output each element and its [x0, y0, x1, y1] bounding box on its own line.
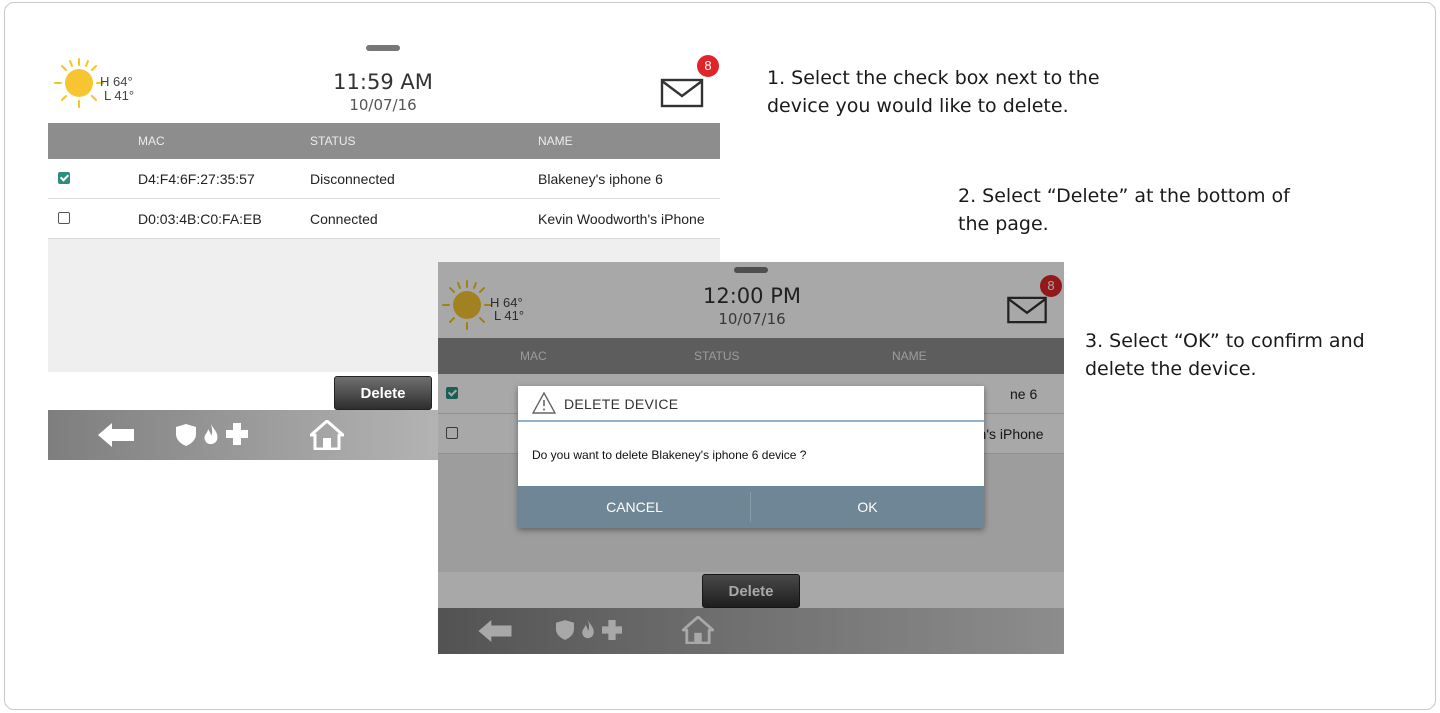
col-status: STATUS — [310, 134, 356, 148]
instruction-step-2: 2. Select “Delete” at the bottom of the … — [958, 182, 1290, 238]
home-icon[interactable] — [310, 420, 344, 450]
instruction-step-3-line-2: delete the device. — [1085, 358, 1257, 380]
dialog-message: Do you want to delete Blakeney's iphone … — [532, 448, 807, 462]
col-name: NAME — [538, 134, 573, 148]
table-row[interactable]: D0:03:4B:C0:FA:EB Connected Kevin Woodwo… — [48, 199, 720, 239]
clock-time: 11:59 AM — [333, 70, 433, 94]
row-status: Connected — [310, 211, 378, 227]
dialog-button-bar: CANCEL OK — [518, 486, 984, 528]
table-header: MAC STATUS NAME — [48, 123, 720, 159]
delete-button[interactable]: Delete — [334, 376, 432, 410]
medical-cross-icon[interactable] — [226, 423, 248, 445]
warning-icon — [532, 392, 556, 414]
cancel-button[interactable]: CANCEL — [518, 486, 751, 528]
dialog-header: DELETE DEVICE — [518, 386, 984, 422]
mail-badge: 8 — [697, 55, 719, 77]
instruction-step-3-line-1: 3. Select “OK” to confirm and — [1085, 330, 1365, 352]
ok-button[interactable]: OK — [751, 486, 984, 528]
row-name: Kevin Woodworth's iPhone — [538, 211, 705, 227]
mail-icon[interactable] — [660, 78, 704, 108]
row-mac: D0:03:4B:C0:FA:EB — [138, 211, 262, 227]
weather-low: L 41° — [104, 88, 135, 103]
dialog-title: DELETE DEVICE — [564, 396, 679, 412]
instruction-step-1: 1. Select the check box next to the devi… — [767, 64, 1100, 120]
drag-handle[interactable] — [366, 45, 400, 51]
clock: 11:59 AM 10/07/16 — [316, 70, 450, 114]
instruction-step-1-line-2: device you would like to delete. — [767, 95, 1069, 117]
shield-icon[interactable] — [176, 424, 196, 446]
sun-icon — [54, 58, 104, 108]
clock-date: 10/07/16 — [349, 96, 417, 114]
weather-high: H 64° — [100, 74, 133, 89]
delete-confirm-screen: H 64° L 41° 12:00 PM 10/07/16 8 MAC STAT… — [438, 262, 1064, 654]
row-mac: D4:F4:6F:27:35:57 — [138, 171, 255, 187]
delete-device-dialog: DELETE DEVICE Do you want to delete Blak… — [518, 386, 984, 528]
instruction-step-1-line-1: 1. Select the check box next to the — [767, 67, 1100, 89]
row-name: Blakeney's iphone 6 — [538, 171, 663, 187]
row-checkbox-checked[interactable] — [58, 172, 70, 184]
table-row[interactable]: D4:F4:6F:27:35:57 Disconnected Blakeney'… — [48, 159, 720, 199]
fire-icon[interactable] — [202, 424, 220, 446]
back-arrow-icon[interactable] — [98, 423, 134, 447]
instruction-step-2-line-1: 2. Select “Delete” at the bottom of — [958, 185, 1290, 207]
row-status: Disconnected — [310, 171, 395, 187]
row-checkbox[interactable] — [58, 212, 70, 224]
instruction-step-2-line-2: the page. — [958, 213, 1049, 235]
col-mac: MAC — [138, 134, 165, 148]
instruction-step-3: 3. Select “OK” to confirm and delete the… — [1085, 327, 1365, 383]
